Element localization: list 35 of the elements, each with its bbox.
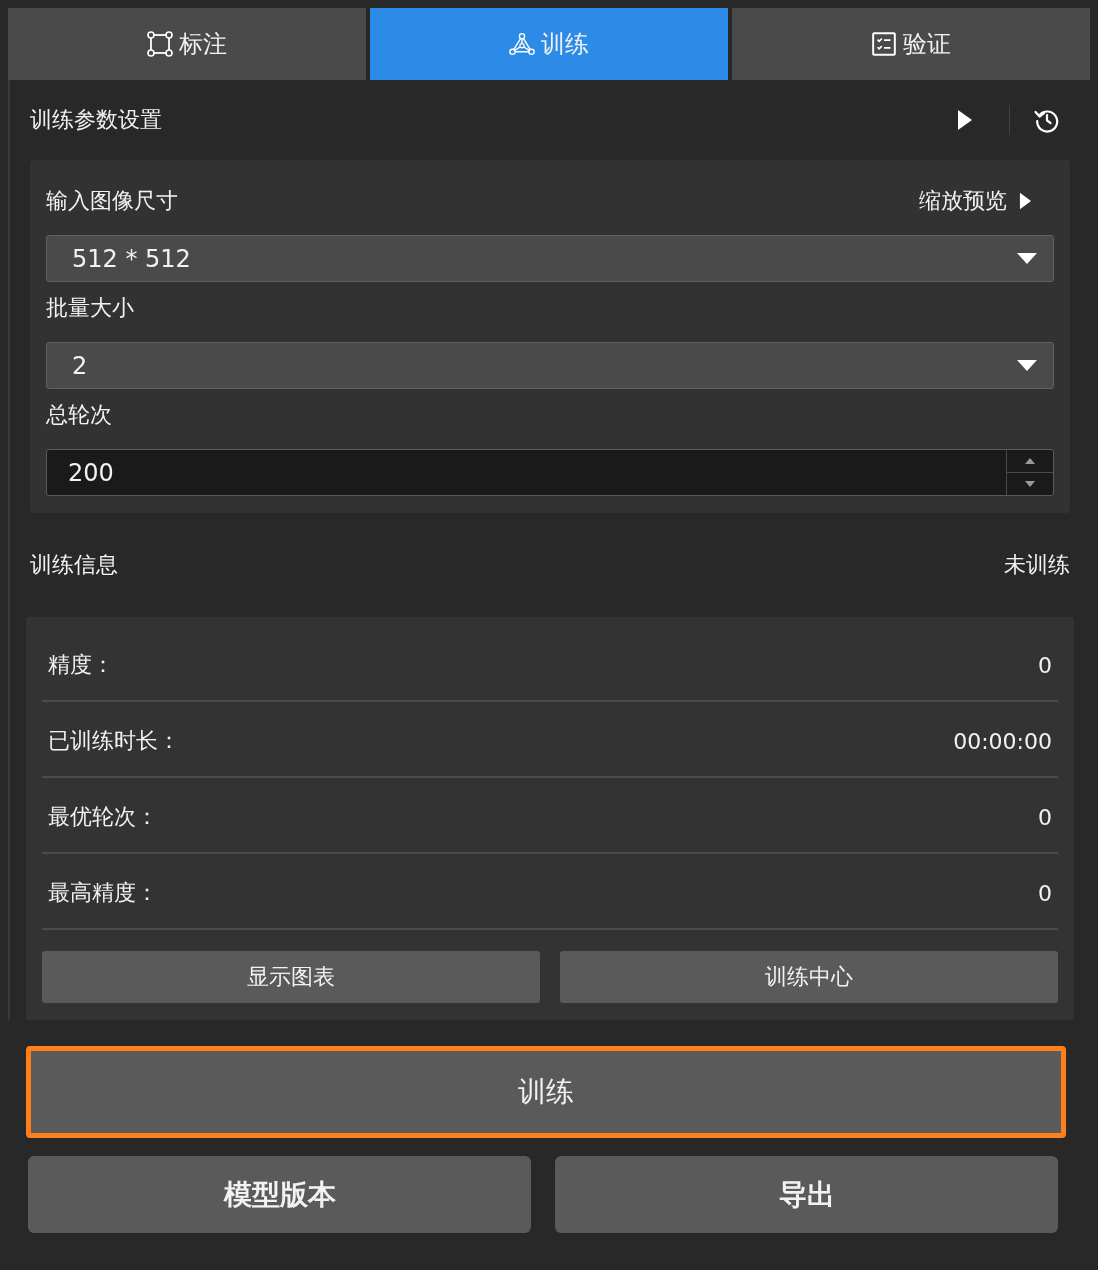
bounding-box-icon — [147, 31, 173, 57]
train-button[interactable]: 训练 — [26, 1046, 1066, 1138]
info-label: 最高精度： — [48, 879, 158, 907]
action-button[interactable]: 模型版本 — [28, 1156, 531, 1233]
info-value: 0 — [1038, 804, 1052, 830]
info-label: 已训练时长： — [48, 727, 180, 755]
info-button[interactable]: 显示图表 — [42, 951, 540, 1003]
zoom-preview-button[interactable]: 缩放预览 — [919, 186, 1032, 216]
tab[interactable]: 标注 — [8, 8, 366, 80]
caret-down-icon — [1017, 360, 1037, 371]
field-label: 批量大小 — [46, 294, 134, 322]
section-title: 训练参数设置 — [30, 106, 162, 134]
history-icon[interactable] — [1034, 107, 1060, 133]
play-icon — [1019, 191, 1032, 211]
play-icon[interactable] — [957, 109, 973, 131]
field-label: 总轮次 — [46, 401, 112, 429]
info-button[interactable]: 训练中心 — [560, 951, 1058, 1003]
caret-down-icon — [1017, 253, 1037, 264]
info-label: 精度： — [48, 651, 114, 679]
caret-down-icon — [1025, 481, 1035, 487]
section-title: 训练信息 — [30, 551, 118, 579]
checklist-icon — [871, 31, 897, 57]
info-value: 0 — [1038, 652, 1052, 678]
training-status: 未训练 — [1004, 551, 1070, 579]
dropdown-field[interactable]: 512 * 512 — [46, 235, 1054, 282]
dropdown-field[interactable]: 2 — [46, 342, 1054, 389]
number-input-field[interactable]: 200 — [46, 449, 1054, 496]
field-label: 输入图像尺寸 — [46, 187, 178, 215]
caret-up-icon — [1025, 458, 1035, 464]
tab[interactable]: 验证 — [732, 8, 1090, 80]
info-value: 00:00:00 — [953, 728, 1052, 754]
info-label: 最优轮次： — [48, 803, 158, 831]
triangle-nodes-icon — [509, 31, 535, 57]
info-value: 0 — [1038, 880, 1052, 906]
action-button[interactable]: 导出 — [555, 1156, 1058, 1233]
